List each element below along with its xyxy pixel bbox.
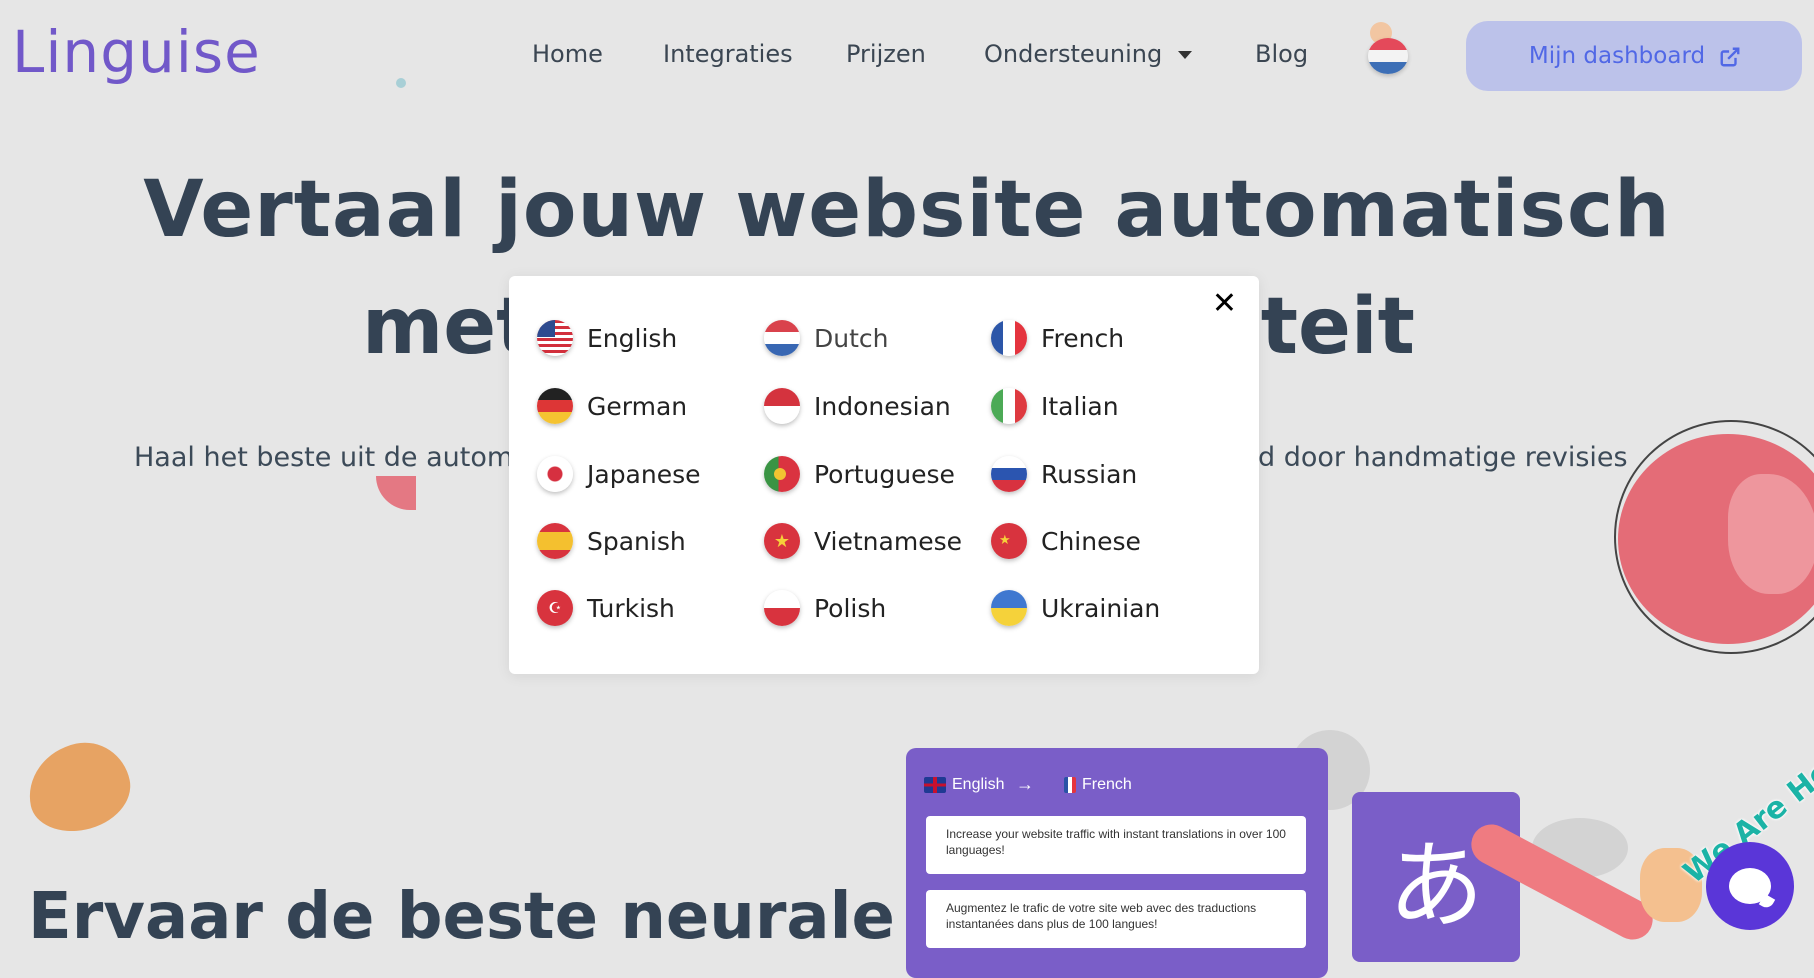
language-option-indonesian[interactable]: Indonesian bbox=[764, 388, 951, 424]
language-option-label: Russian bbox=[1041, 459, 1138, 489]
language-option-italian[interactable]: Italian bbox=[991, 388, 1119, 424]
translation-demo-card: English → French Increase your website t… bbox=[906, 748, 1328, 978]
language-option-english[interactable]: English bbox=[537, 320, 677, 356]
japanese-glyph-card: あ bbox=[1352, 792, 1520, 962]
hero-subtitle-right: d door handmatige revisies bbox=[1258, 442, 1628, 473]
it-flag-icon bbox=[991, 388, 1027, 424]
nav-ondersteuning-label: Ondersteuning bbox=[984, 40, 1163, 68]
target-language: French bbox=[1064, 776, 1132, 794]
hero-title-line2-left: met bbox=[362, 282, 534, 372]
fr-flag-icon bbox=[991, 320, 1027, 356]
hero-subtitle-left: Haal het beste uit de autom bbox=[134, 442, 514, 473]
source-language: English bbox=[924, 776, 1004, 794]
source-text-box: Increase your website traffic with insta… bbox=[926, 816, 1306, 874]
language-option-label: Ukrainian bbox=[1041, 593, 1161, 623]
dashboard-button[interactable]: Mijn dashboard bbox=[1466, 21, 1802, 91]
language-option-label: Turkish bbox=[587, 593, 675, 623]
source-language-label: English bbox=[952, 776, 1005, 793]
close-icon[interactable]: ✕ bbox=[1212, 286, 1237, 321]
de-flag-icon bbox=[537, 388, 573, 424]
language-selector-modal: ✕ English Dutch French German Indonesian… bbox=[509, 276, 1259, 674]
dashboard-button-label: Mijn dashboard bbox=[1528, 43, 1706, 69]
nav-home[interactable]: Home bbox=[532, 40, 603, 68]
language-option-german[interactable]: German bbox=[537, 388, 687, 424]
japanese-glyph: あ bbox=[1388, 832, 1484, 940]
language-option-label: German bbox=[587, 391, 688, 421]
language-option-label: Italian bbox=[1041, 391, 1119, 421]
external-link-icon bbox=[1719, 46, 1740, 67]
language-option-label: Portuguese bbox=[814, 459, 955, 489]
jp-flag-icon bbox=[537, 456, 573, 492]
language-option-vietnamese[interactable]: ★ Vietnamese bbox=[764, 523, 962, 559]
fr-flag-icon bbox=[1064, 777, 1076, 793]
arrow-right-icon: → bbox=[1016, 774, 1034, 794]
vn-flag-icon: ★ bbox=[764, 523, 800, 559]
hero-title-line1: Vertaal jouw website automatisch bbox=[143, 165, 1671, 255]
pt-flag-icon bbox=[764, 456, 800, 492]
language-option-label: English bbox=[587, 323, 678, 353]
language-option-turkish[interactable]: ☪ Turkish bbox=[537, 590, 675, 626]
language-option-polish[interactable]: Polish bbox=[764, 590, 886, 626]
linguise-logo[interactable]: Linguise bbox=[12, 18, 261, 86]
decorative-shape bbox=[376, 476, 416, 510]
nav-blog[interactable]: Blog bbox=[1255, 40, 1308, 68]
language-switcher-nl-flag-icon[interactable] bbox=[1368, 38, 1408, 74]
ru-flag-icon bbox=[991, 456, 1027, 492]
language-option-spanish[interactable]: Spanish bbox=[537, 523, 686, 559]
language-option-portuguese[interactable]: Portuguese bbox=[764, 456, 955, 492]
nav-ondersteuning[interactable]: Ondersteuning bbox=[984, 40, 1193, 68]
target-language-label: French bbox=[1082, 776, 1132, 793]
language-option-label: Polish bbox=[814, 593, 887, 623]
us-flag-icon bbox=[537, 320, 573, 356]
language-option-label: Spanish bbox=[587, 526, 686, 556]
language-option-label: Japanese bbox=[587, 459, 701, 489]
language-option-label: Indonesian bbox=[814, 391, 951, 421]
decorative-dot bbox=[396, 78, 406, 88]
nav-integraties[interactable]: Integraties bbox=[663, 40, 793, 68]
chevron-down-icon bbox=[1178, 51, 1193, 59]
tr-flag-icon: ☪ bbox=[537, 590, 573, 626]
id-flag-icon bbox=[764, 388, 800, 424]
language-option-japanese[interactable]: Japanese bbox=[537, 456, 701, 492]
language-option-chinese[interactable]: ★ Chinese bbox=[991, 523, 1141, 559]
nav-prijzen[interactable]: Prijzen bbox=[846, 40, 926, 68]
language-option-label: Vietnamese bbox=[814, 526, 962, 556]
nl-flag-icon bbox=[764, 320, 800, 356]
section-title: Ervaar de beste neurale bbox=[28, 880, 895, 954]
language-option-french[interactable]: French bbox=[991, 320, 1124, 356]
target-text-box: Augmentez le trafic de votre site web av… bbox=[926, 890, 1306, 948]
uk-flag-icon bbox=[924, 777, 946, 793]
decorative-blob bbox=[20, 734, 138, 840]
pl-flag-icon bbox=[764, 590, 800, 626]
cn-flag-icon: ★ bbox=[991, 523, 1027, 559]
language-option-dutch[interactable]: Dutch bbox=[764, 320, 889, 356]
es-flag-icon bbox=[537, 523, 573, 559]
language-option-ukrainian[interactable]: Ukrainian bbox=[991, 590, 1160, 626]
chat-button[interactable] bbox=[1706, 842, 1794, 930]
language-option-label: Chinese bbox=[1041, 526, 1141, 556]
chat-bubble-icon bbox=[1729, 868, 1771, 904]
language-option-label: Dutch bbox=[814, 323, 889, 353]
ua-flag-icon bbox=[991, 590, 1027, 626]
language-option-russian[interactable]: Russian bbox=[991, 456, 1137, 492]
language-option-label: French bbox=[1041, 323, 1125, 353]
hero-title-line2-right: iteit bbox=[1234, 282, 1415, 372]
